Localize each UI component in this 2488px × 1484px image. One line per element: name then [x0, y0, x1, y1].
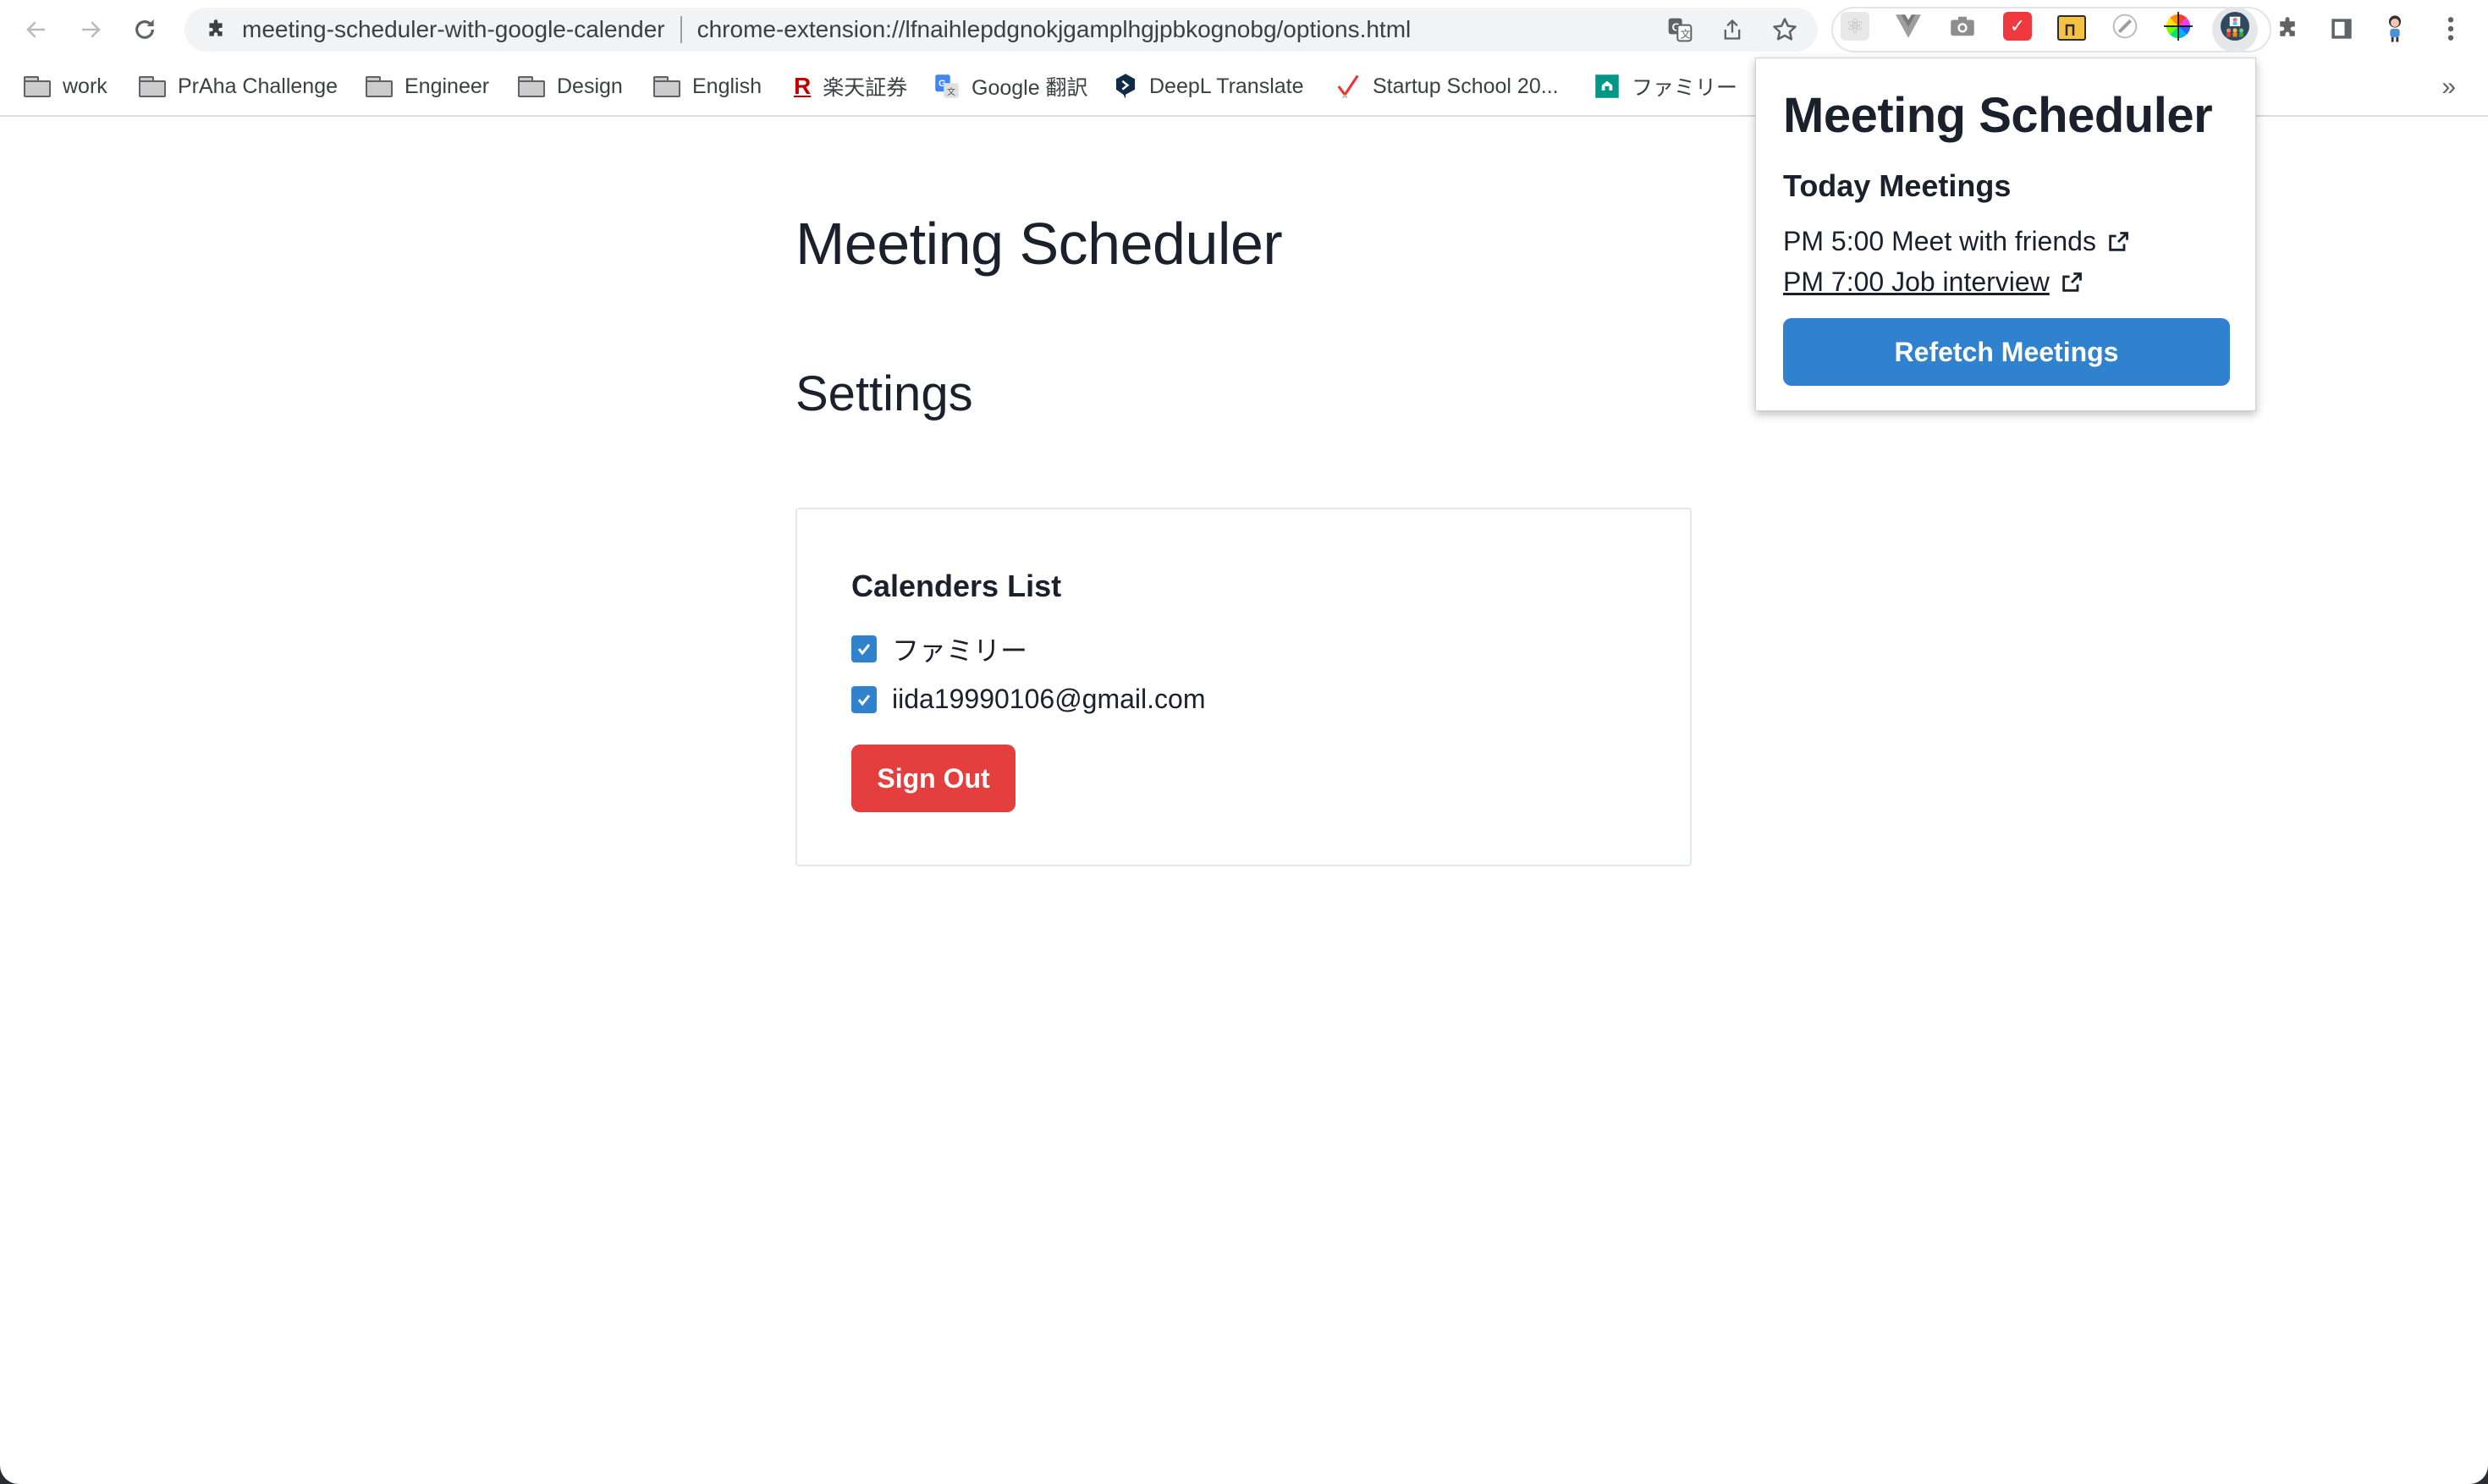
- bookmark-design[interactable]: Design: [518, 69, 623, 103]
- rakuten-icon: R: [794, 73, 812, 99]
- bookmark-work[interactable]: work: [24, 69, 107, 103]
- folder-icon: [139, 76, 166, 97]
- translate-icon: G文: [1668, 18, 1693, 42]
- bookmark-label: 楽天証券: [823, 76, 908, 100]
- external-link-icon: [2062, 272, 2082, 292]
- folder-icon: [518, 76, 545, 97]
- bookmark-deepl[interactable]: DeepL Translate: [1114, 69, 1304, 103]
- calendar-item[interactable]: iida19990106@gmail.com: [851, 684, 1205, 715]
- url-text[interactable]: chrome-extension://lfnaihlepdgnokjgamplh…: [697, 16, 1412, 43]
- bookmark-rakuten[interactable]: R 楽天証券: [794, 69, 907, 103]
- popup-title: Meeting Scheduler: [1783, 88, 2213, 143]
- bookmark-praha-challenge[interactable]: PrAha Challenge: [139, 69, 338, 103]
- svg-text:文: 文: [1681, 27, 1691, 40]
- refetch-meetings-button[interactable]: Refetch Meetings: [1783, 318, 2230, 386]
- bookmark-star-icon: [1773, 18, 1797, 41]
- bookmark-label: Engineer: [405, 74, 490, 98]
- translate-button[interactable]: G文: [1662, 13, 1698, 47]
- share-button[interactable]: [1715, 13, 1750, 47]
- startup-school-icon: [1337, 74, 1359, 99]
- ruler-icon[interactable]: [2111, 12, 2139, 41]
- calendar-label: ファミリー: [892, 635, 1028, 666]
- bookmark-label: Google 翻訳: [972, 76, 1088, 100]
- deepl-icon: [1115, 74, 1136, 99]
- bookmark-label: Startup School 20...: [1373, 74, 1559, 98]
- meeting-link[interactable]: PM 7:00 Job interview: [1783, 267, 2083, 298]
- calendar-label: iida19990106@gmail.com: [892, 684, 1206, 714]
- reload-button[interactable]: [125, 10, 164, 49]
- browser-toolbar: meeting-scheduler-with-google-calender c…: [0, 0, 2488, 59]
- bookmarks-overflow-button[interactable]: »: [2441, 73, 2456, 102]
- arrow-left-icon: [26, 21, 45, 38]
- page-title: Meeting Scheduler: [795, 211, 1283, 277]
- vue-devtools-icon[interactable]: [1894, 12, 1923, 41]
- bookmark-label: PrAha Challenge: [178, 74, 339, 98]
- family-calendar-icon: [1595, 74, 1619, 98]
- checkmark-icon: [857, 644, 871, 656]
- address-bar[interactable]: meeting-scheduler-with-google-calender c…: [184, 8, 1818, 52]
- folder-icon: [653, 76, 680, 97]
- svg-text:文: 文: [947, 86, 955, 97]
- today-meetings-heading: Today Meetings: [1783, 168, 2012, 203]
- side-panel-button[interactable]: [2325, 12, 2359, 46]
- meeting-text: PM 7:00 Job interview: [1783, 267, 2050, 297]
- bookmark-startup-school[interactable]: Startup School 20...: [1335, 69, 1559, 103]
- browser-window: meeting-scheduler-with-google-calender c…: [0, 0, 2488, 1484]
- extension-popup: Meeting Scheduler Today Meetings PM 5:00…: [1755, 58, 2256, 411]
- external-link-icon: [2109, 231, 2128, 251]
- reload-icon: [135, 19, 154, 39]
- back-button[interactable]: [17, 10, 56, 49]
- bookmark-label: Design: [557, 74, 623, 98]
- extension-puzzle-icon: [203, 17, 228, 42]
- site-title: meeting-scheduler-with-google-calender: [242, 16, 665, 42]
- bookmark-label: work: [63, 74, 107, 98]
- share-icon: [1724, 19, 1741, 40]
- bookmark-star-button[interactable]: [1767, 13, 1803, 47]
- browser-menu-button[interactable]: [2434, 12, 2468, 46]
- bookmark-family[interactable]: ファミリー: [1594, 69, 1737, 103]
- profile-avatar-icon: [2388, 15, 2402, 42]
- bookmark-label: DeepL Translate: [1149, 74, 1304, 98]
- bookmark-label: ファミリー: [1632, 76, 1738, 100]
- color-wheel-icon[interactable]: [2164, 12, 2193, 41]
- bookmark-engineer[interactable]: Engineer: [366, 69, 489, 103]
- meeting-link[interactable]: PM 5:00 Meet with friends: [1783, 226, 2130, 257]
- folder-icon: [24, 76, 51, 97]
- react-devtools-icon[interactable]: ⚛: [1841, 12, 1869, 41]
- bookmark-google-translate[interactable]: G文 Google 翻訳: [934, 69, 1088, 103]
- extensions-puzzle-button[interactable]: [2271, 12, 2304, 46]
- settings-heading: Settings: [795, 366, 973, 421]
- side-panel-icon: [2331, 19, 2352, 39]
- calendar-checkbox[interactable]: [851, 685, 877, 713]
- address-divider: [680, 16, 682, 43]
- bookmark-english[interactable]: English: [653, 69, 762, 103]
- calendar-checkbox[interactable]: [851, 635, 877, 662]
- checkmark-icon: [857, 694, 871, 706]
- calendar-item[interactable]: ファミリー: [851, 629, 1027, 668]
- clock-red-icon[interactable]: ✓: [2003, 12, 2032, 41]
- calendars-list-heading: Calenders List: [851, 569, 1062, 603]
- arrow-right-icon: [82, 21, 101, 38]
- calendars-card: Calenders List ファミリー iida19990106@gmail.…: [795, 508, 1692, 866]
- extensions-puzzle-icon: [2280, 17, 2295, 36]
- bookmark-label: English: [692, 74, 762, 98]
- google-translate-icon: G文: [935, 74, 959, 98]
- yellow-window-icon[interactable]: [2057, 15, 2086, 41]
- meeting-text: PM 5:00 Meet with friends: [1783, 226, 2096, 256]
- screenshot-camera-icon[interactable]: [1948, 12, 1977, 41]
- forward-button[interactable]: [71, 10, 110, 49]
- profile-avatar-button[interactable]: [2378, 12, 2412, 46]
- sign-out-button[interactable]: Sign Out: [851, 745, 1016, 812]
- folder-icon: [366, 76, 393, 97]
- menu-kebab-icon: [2447, 17, 2454, 41]
- meeting-scheduler-extension-icon[interactable]: [2221, 12, 2249, 41]
